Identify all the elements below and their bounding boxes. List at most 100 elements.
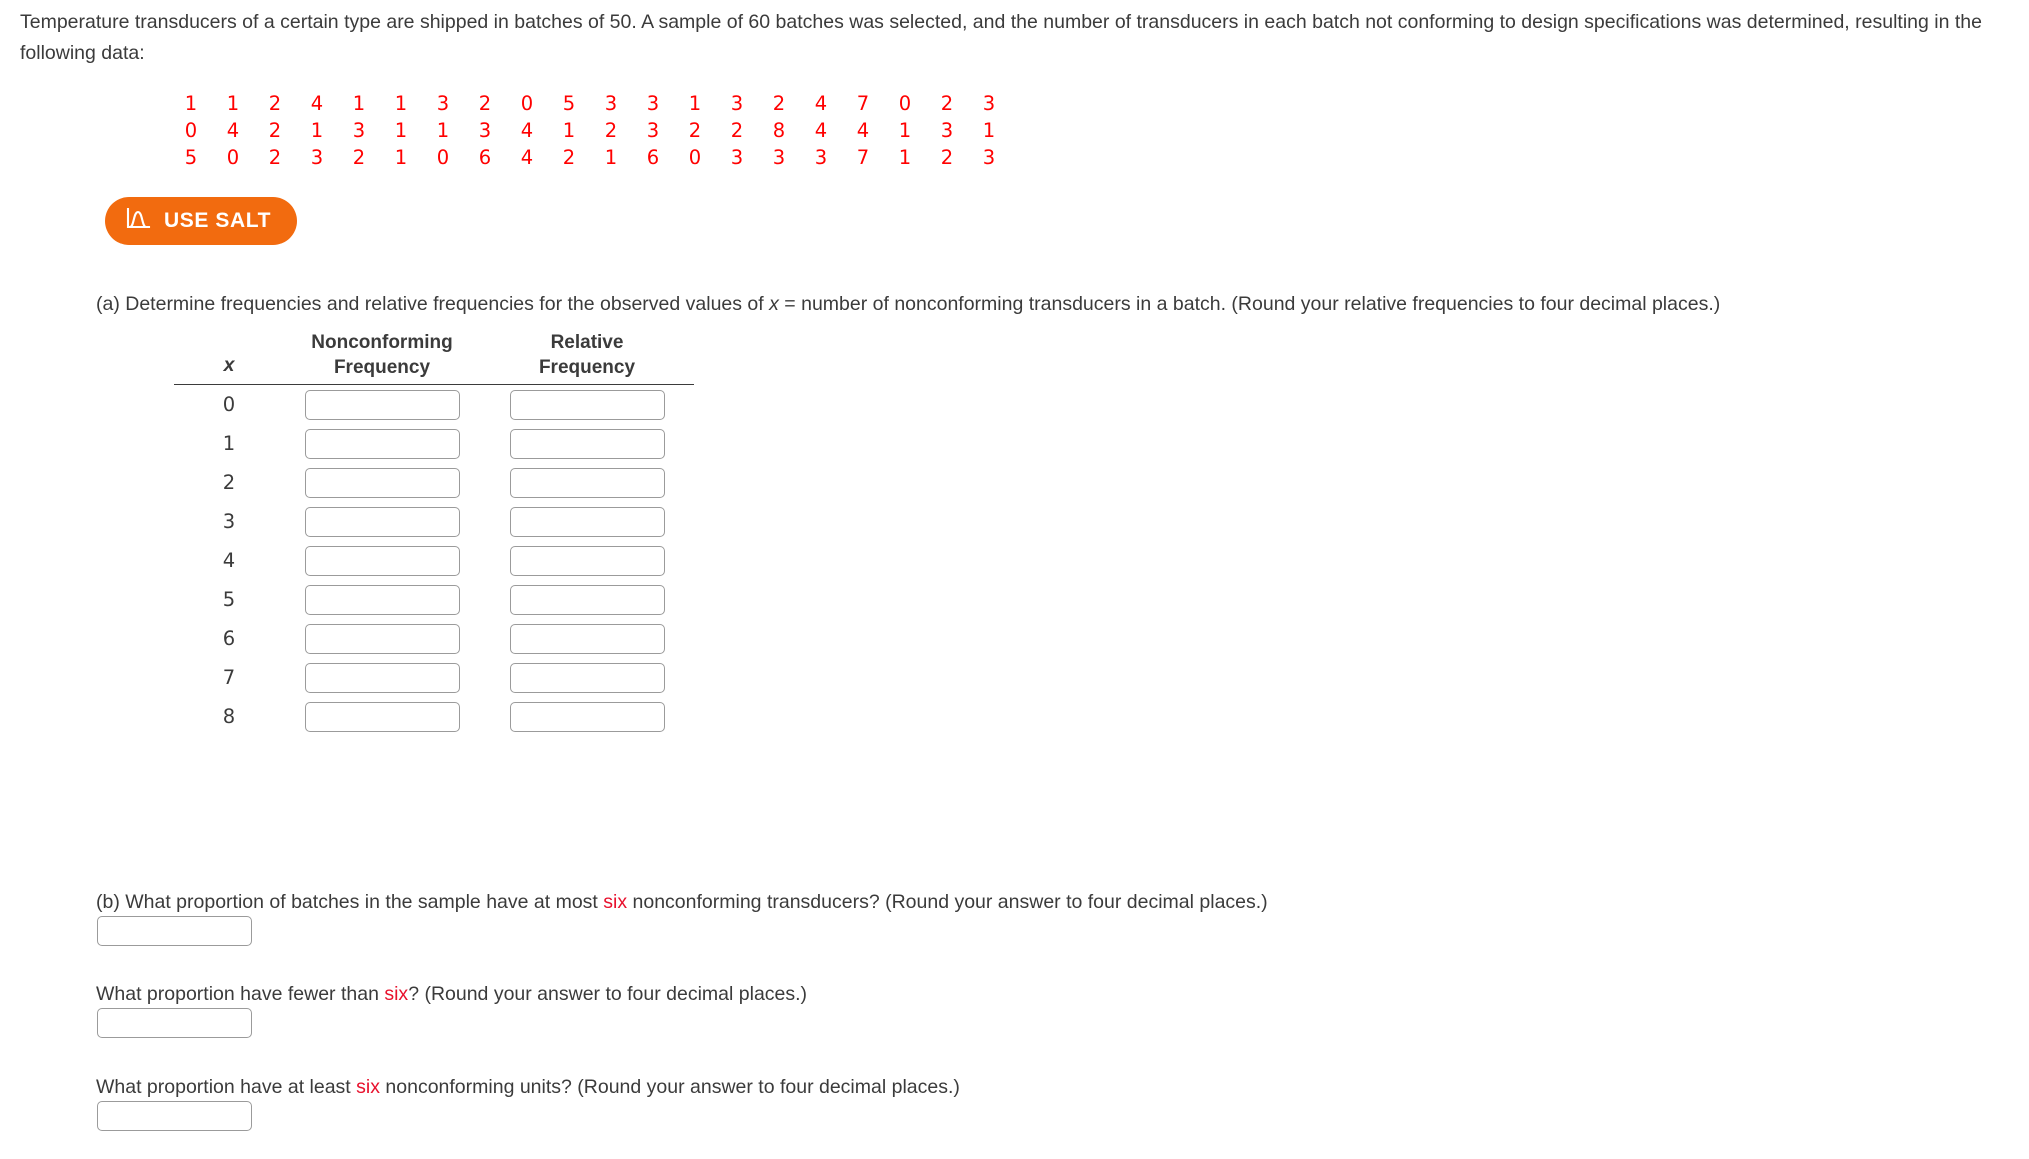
part-b-q1-highlight: six [603, 891, 628, 913]
data-value: 2 [268, 119, 282, 142]
data-value: 3 [478, 119, 492, 142]
part-a-suffix: = number of nonconforming transducers in… [778, 293, 1721, 315]
part-a-variable: x [769, 293, 779, 315]
relative-frequency-input-4[interactable] [509, 545, 665, 576]
nonconforming-frequency-cell [284, 662, 480, 693]
relative-frequency-input-1[interactable] [509, 428, 665, 459]
data-value: 1 [982, 119, 996, 142]
data-value: 5 [562, 92, 576, 115]
table-row: 6 [174, 619, 694, 658]
table-row: 1 [174, 424, 694, 463]
data-value: 1 [394, 119, 408, 142]
nonconforming-frequency-input-2[interactable] [304, 467, 460, 498]
x-value: 6 [222, 627, 236, 650]
relative-frequency-cell [480, 662, 694, 693]
data-value: 1 [898, 119, 912, 142]
data-value: 1 [394, 146, 408, 169]
x-value: 1 [222, 432, 236, 455]
table-row: 7 [174, 658, 694, 697]
relative-frequency-input-2[interactable] [509, 467, 665, 498]
x-value: 7 [222, 666, 236, 689]
table-row: 8 [174, 697, 694, 736]
data-value: 3 [436, 92, 450, 115]
data-value: 7 [856, 146, 870, 169]
data-value: 4 [226, 119, 240, 142]
data-value: 1 [688, 92, 702, 115]
part-b-q2-answer-input[interactable] [97, 1008, 252, 1038]
data-value: 2 [940, 92, 954, 115]
data-value: 7 [856, 92, 870, 115]
data-value: 4 [520, 119, 534, 142]
data-grid: 1124113205331324702304213113412322844131… [170, 90, 1010, 171]
data-value: 8 [772, 119, 786, 142]
data-value: 4 [814, 92, 828, 115]
data-value: 0 [898, 92, 912, 115]
nonconforming-frequency-cell [284, 584, 480, 615]
x-value: 4 [222, 549, 236, 572]
nonconforming-frequency-input-5[interactable] [304, 584, 460, 615]
data-value: 4 [520, 146, 534, 169]
nonconforming-frequency-cell [284, 389, 480, 420]
data-value: 3 [730, 92, 744, 115]
data-value: 3 [730, 146, 744, 169]
table-row: 4 [174, 541, 694, 580]
data-value: 2 [688, 119, 702, 142]
relative-frequency-cell [480, 467, 694, 498]
part-b-q3-answer-input[interactable] [97, 1101, 252, 1131]
nonconforming-frequency-input-0[interactable] [304, 389, 460, 420]
data-row: 5 0 2 3 2 1 0 6 4 2 1 6 0 3 3 3 7 1 2 3 [170, 144, 1010, 171]
data-value: 1 [394, 92, 408, 115]
nonconforming-frequency-input-8[interactable] [304, 701, 460, 732]
data-value: 3 [310, 146, 324, 169]
nonconforming-frequency-input-3[interactable] [304, 506, 460, 537]
data-value: 0 [184, 119, 198, 142]
part-b-q3-highlight: six [356, 1076, 380, 1098]
header-relative-frequency: Relative Frequency [538, 332, 636, 378]
data-value: 0 [688, 146, 702, 169]
part-b-q2-post: ? (Round your answer to four decimal pla… [408, 983, 808, 1005]
relative-frequency-input-5[interactable] [509, 584, 665, 615]
table-body: 0 1 2 3 4 5 6 7 8 [174, 385, 694, 736]
nonconforming-frequency-input-4[interactable] [304, 545, 460, 576]
data-value: 6 [478, 146, 492, 169]
data-value: 3 [646, 119, 660, 142]
nonconforming-frequency-input-6[interactable] [304, 623, 460, 654]
data-value: 2 [772, 92, 786, 115]
relative-frequency-input-3[interactable] [509, 506, 665, 537]
x-value: 5 [222, 588, 236, 611]
data-value: 1 [310, 119, 324, 142]
data-value: 5 [184, 146, 198, 169]
part-b-q1-answer-input[interactable] [97, 916, 252, 946]
part-b-q2-pre: What proportion have fewer than [96, 983, 385, 1005]
part-b-q2-prompt: What proportion have fewer than six? (Ro… [96, 980, 807, 1008]
header-nonconforming-frequency: Nonconforming Frequency [311, 332, 453, 378]
nonconforming-frequency-cell [284, 506, 480, 537]
data-value: 2 [352, 146, 366, 169]
relative-frequency-input-8[interactable] [509, 701, 665, 732]
nonconforming-frequency-input-7[interactable] [304, 662, 460, 693]
part-b-q2-highlight: six [384, 983, 409, 1005]
data-value: 6 [646, 146, 660, 169]
data-value: 3 [604, 92, 618, 115]
data-row: 0 4 2 1 3 1 1 3 4 1 2 3 2 2 8 4 4 1 3 1 [170, 117, 1010, 144]
data-value: 1 [898, 146, 912, 169]
data-value: 1 [184, 92, 198, 115]
relative-frequency-input-7[interactable] [509, 662, 665, 693]
table-row: 5 [174, 580, 694, 619]
use-salt-button[interactable]: USE SALT [105, 197, 298, 245]
data-value: 2 [268, 146, 282, 169]
relative-frequency-input-0[interactable] [509, 389, 665, 420]
table-row: 3 [174, 502, 694, 541]
part-b-q3-post: nonconforming units? (Round your answer … [380, 1076, 960, 1098]
part-b-q3-answer-wrap [97, 1101, 252, 1131]
relative-frequency-input-6[interactable] [509, 623, 665, 654]
x-value: 0 [222, 393, 236, 416]
data-value: 3 [982, 146, 996, 169]
nonconforming-frequency-input-1[interactable] [304, 428, 460, 459]
data-value: 2 [940, 146, 954, 169]
header-x: x [223, 354, 235, 376]
data-value: 1 [562, 119, 576, 142]
part-b-q1-pre: (b) What proportion of batches in the sa… [96, 891, 604, 913]
x-value: 8 [222, 705, 236, 728]
x-value: 3 [222, 510, 236, 533]
